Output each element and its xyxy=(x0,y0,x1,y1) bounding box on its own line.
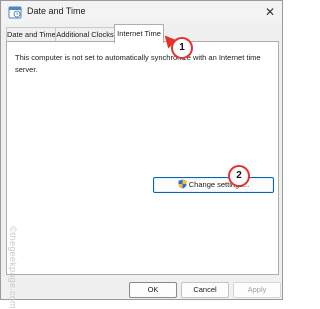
apply-button[interactable]: Apply xyxy=(233,282,281,298)
internet-time-panel: This computer is not set to automaticall… xyxy=(6,41,279,275)
tab-date-and-time[interactable]: Date and Time xyxy=(6,27,56,42)
ok-button[interactable]: OK xyxy=(129,282,177,298)
window-title: Date and Time xyxy=(27,6,86,16)
close-icon: ✕ xyxy=(264,5,276,19)
cancel-button[interactable]: Cancel xyxy=(181,282,229,298)
sync-status-message: This computer is not set to automaticall… xyxy=(15,53,261,74)
watermark: ©thegeekpage.com xyxy=(8,226,18,309)
watermark-container: ©thegeekpage.com xyxy=(8,118,24,309)
step-2-badge: 2 xyxy=(228,165,250,187)
step-1-badge: 1 xyxy=(171,37,193,59)
change-settings-button[interactable]: Change settings... xyxy=(153,177,274,193)
tab-additional-clocks[interactable]: Additional Clocks xyxy=(55,27,115,42)
calendar-clock-icon xyxy=(8,6,22,19)
close-button[interactable]: ✕ xyxy=(258,1,282,23)
date-time-dialog: Date and Time ✕ Date and Time Additional… xyxy=(0,0,283,300)
uac-shield-icon xyxy=(178,179,187,189)
title-bar: Date and Time ✕ xyxy=(1,1,282,23)
tab-internet-time[interactable]: Internet Time xyxy=(114,24,164,43)
